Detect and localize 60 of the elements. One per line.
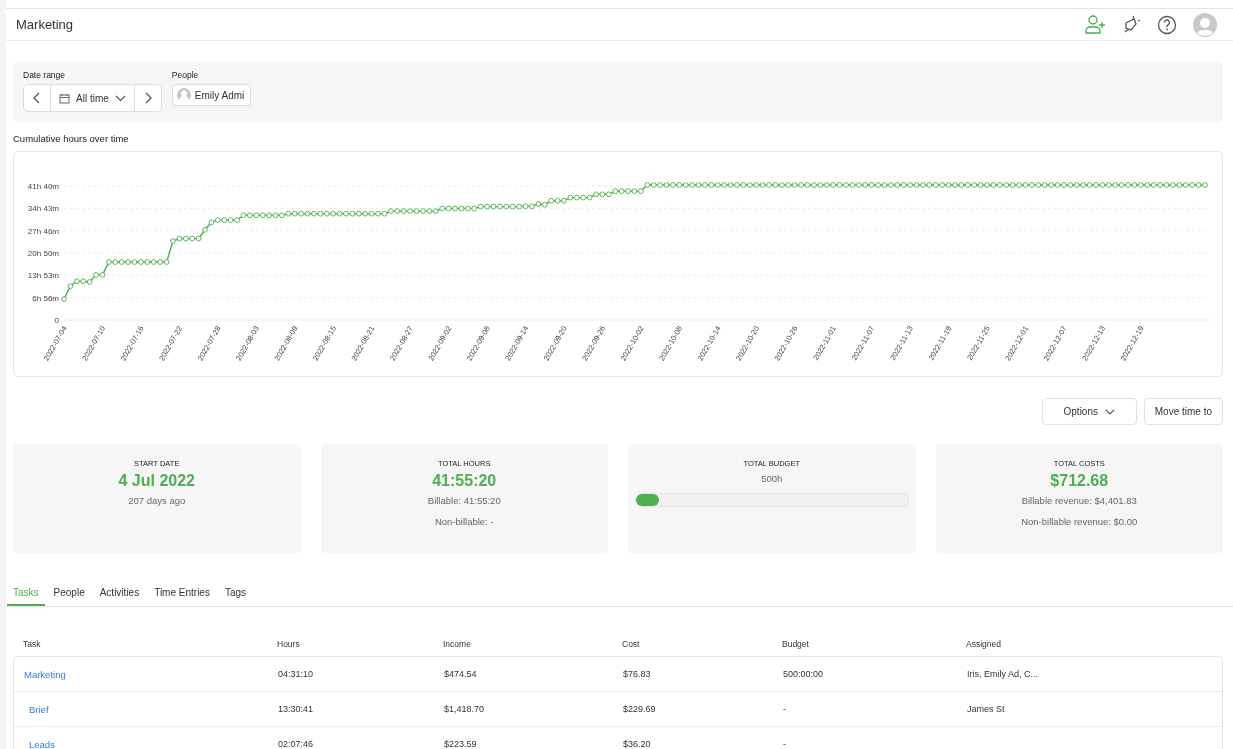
page-title: Marketing <box>16 17 74 32</box>
table-cell: $36.20 <box>623 739 651 749</box>
options-dropdown[interactable]: Options <box>1041 398 1137 425</box>
filter-label: People <box>171 69 200 80</box>
table-cell: $474.54 <box>444 669 477 679</box>
y-axis-label: 27h 46m <box>27 226 59 236</box>
table-cell: 13:30:41 <box>278 704 314 714</box>
task-link[interactable]: Brief <box>29 703 49 715</box>
y-axis-label: 0 <box>54 316 59 325</box>
column-header: Hours <box>277 639 301 649</box>
stat-detail: Billable revenue: $4,401.83 <box>1021 495 1137 506</box>
column-header: Cost <box>622 639 641 649</box>
task-link[interactable]: Marketing <box>24 668 66 680</box>
stat-detail: Non-billable: - <box>434 516 494 527</box>
chevron-down-icon <box>114 94 126 102</box>
chart-title: Cumulative hours over time <box>13 133 130 144</box>
y-axis-label: 6h 56m <box>32 293 59 303</box>
move-time-button[interactable]: Move time to <box>1143 398 1223 425</box>
avatar-icon <box>176 88 191 102</box>
task-link[interactable]: Leads <box>29 738 55 749</box>
filter-label: Date range <box>23 69 67 80</box>
stat-value: 41:55:20 <box>432 472 497 490</box>
tab[interactable]: Time Entries <box>148 582 216 606</box>
add-user-icon[interactable] <box>1085 14 1107 35</box>
chevron-right-icon <box>143 92 152 104</box>
chevron-down-icon <box>1105 408 1115 415</box>
table-cell: 02:07:46 <box>278 739 314 749</box>
y-axis-label: 20h 50m <box>27 249 59 258</box>
column-header: Income <box>443 639 472 649</box>
stat-detail: Billable: 41:55:20 <box>427 495 501 506</box>
y-axis-label: 34h 43m <box>27 204 59 214</box>
calendar-icon <box>59 92 70 104</box>
table-cell: 04:31:10 <box>278 669 314 679</box>
stat-value: $712.68 <box>1050 472 1109 490</box>
table-cell: James St <box>967 704 1005 714</box>
column-header: Budget <box>782 639 810 649</box>
tab[interactable]: People <box>47 582 91 606</box>
table-cell: 500:00:00 <box>783 669 824 679</box>
avatar-icon[interactable] <box>1193 12 1217 37</box>
table-cell: $1,418.70 <box>444 704 485 714</box>
table-cell: - <box>783 704 786 714</box>
help-icon[interactable] <box>1157 14 1177 35</box>
table-cell: $229.69 <box>623 704 656 714</box>
stat-value: 4 Jul 2022 <box>118 472 195 490</box>
y-axis-label: 41h 40m <box>27 182 59 191</box>
stat-detail: Non-billable revenue: $0.00 <box>1021 516 1138 527</box>
chevron-left-icon <box>33 92 41 104</box>
tab[interactable]: Tags <box>218 582 253 606</box>
table-cell: Iris, Emily Ad, C... <box>967 669 1038 679</box>
y-axis-label: 13h 53m <box>27 271 59 281</box>
table-cell: $76.83 <box>623 669 651 679</box>
tab[interactable]: Activities <box>93 582 146 606</box>
table-cell: $223.59 <box>444 739 477 749</box>
column-header: Task <box>23 639 42 649</box>
table-cell: - <box>783 739 786 749</box>
person-chip[interactable]: Emily Admi <box>171 84 252 106</box>
stat-detail: 500h <box>761 473 783 484</box>
column-header: Assigned <box>966 639 1002 649</box>
plug-icon[interactable] <box>1123 14 1141 35</box>
stat-detail: 207 days ago <box>128 495 186 506</box>
